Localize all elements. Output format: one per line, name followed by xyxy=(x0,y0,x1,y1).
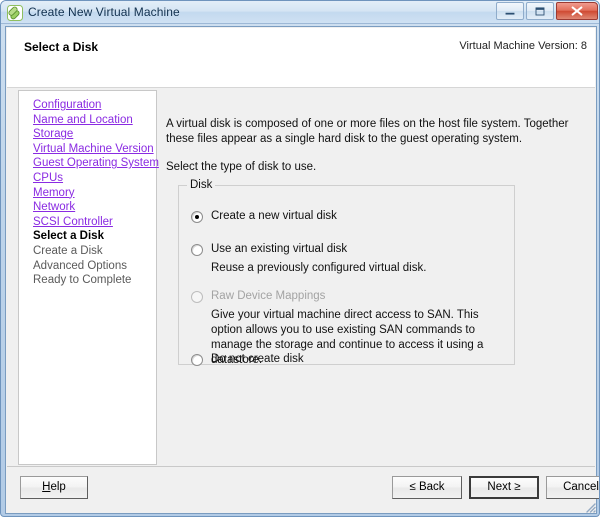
radio-indicator xyxy=(191,354,203,366)
sidebar-item-configuration[interactable]: Configuration xyxy=(33,98,156,113)
vm-version-label: Virtual Machine Version: 8 xyxy=(459,40,587,52)
radio-indicator xyxy=(191,244,203,256)
minimize-button[interactable] xyxy=(496,2,524,20)
sidebar-item-network[interactable]: Network xyxy=(33,200,156,215)
help-label-rest: elp xyxy=(50,481,66,493)
sidebar-item-virtual-machine-version[interactable]: Virtual Machine Version xyxy=(33,142,156,157)
cancel-button[interactable]: Cancel xyxy=(546,476,599,499)
sidebar-item-guest-operating-system[interactable]: Guest Operating System xyxy=(33,156,159,171)
radio-description-existing: Reuse a previously configured virtual di… xyxy=(211,262,427,274)
radio-label: Raw Device Mappings xyxy=(211,290,326,302)
sidebar-item-storage[interactable]: Storage xyxy=(33,127,156,142)
close-button[interactable] xyxy=(556,2,598,20)
sidebar-item-select-a-disk: Select a Disk xyxy=(33,230,104,243)
page-title: Select a Disk xyxy=(24,40,99,54)
maximize-button[interactable] xyxy=(526,2,554,20)
intro-paragraph: A virtual disk is composed of one or mor… xyxy=(166,118,569,145)
radio-label: Do not create disk xyxy=(211,353,304,365)
title-bar[interactable]: Create New Virtual Machine xyxy=(1,1,599,24)
sidebar-item-scsi-controller[interactable]: SCSI Controller xyxy=(33,215,156,230)
vmware-vm-icon xyxy=(7,5,23,21)
help-button[interactable]: Help xyxy=(20,476,88,499)
instruction-text: Select the type of disk to use. xyxy=(166,161,317,173)
sidebar-item-advanced-options: Advanced Options xyxy=(33,259,127,272)
back-button[interactable]: ≤ Back xyxy=(392,476,462,499)
radio-indicator xyxy=(191,211,203,223)
disk-group-legend: Disk xyxy=(187,179,216,191)
sidebar-item-ready-to-complete: Ready to Complete xyxy=(33,274,132,287)
dialog-client-area: Select a Disk Virtual Machine Version: 8… xyxy=(5,26,599,514)
sidebar-item-memory[interactable]: Memory xyxy=(33,186,156,201)
sidebar-item-create-a-disk: Create a Disk xyxy=(33,244,103,257)
radio-label: Use an existing virtual disk xyxy=(211,243,348,255)
radio-indicator xyxy=(191,291,203,303)
radio-label: Create a new virtual disk xyxy=(211,210,337,222)
resize-grip[interactable] xyxy=(583,500,596,513)
dialog-footer: Help ≤ Back Next ≥ Cancel xyxy=(7,466,599,512)
dialog-window: Create New Virtual Machine Select a Disk… xyxy=(0,0,600,517)
sidebar-item-cpus[interactable]: CPUs xyxy=(33,171,156,186)
wizard-step-list: Configuration Name and Location Storage … xyxy=(18,90,159,465)
next-button[interactable]: Next ≥ xyxy=(469,476,539,499)
sidebar-item-name-and-location[interactable]: Name and Location xyxy=(33,113,156,128)
window-title: Create New Virtual Machine xyxy=(28,5,180,19)
wizard-header: Select a Disk Virtual Machine Version: 8 xyxy=(7,28,595,88)
disk-group-box: Disk Create a new virtual disk Use an ex… xyxy=(178,179,515,366)
